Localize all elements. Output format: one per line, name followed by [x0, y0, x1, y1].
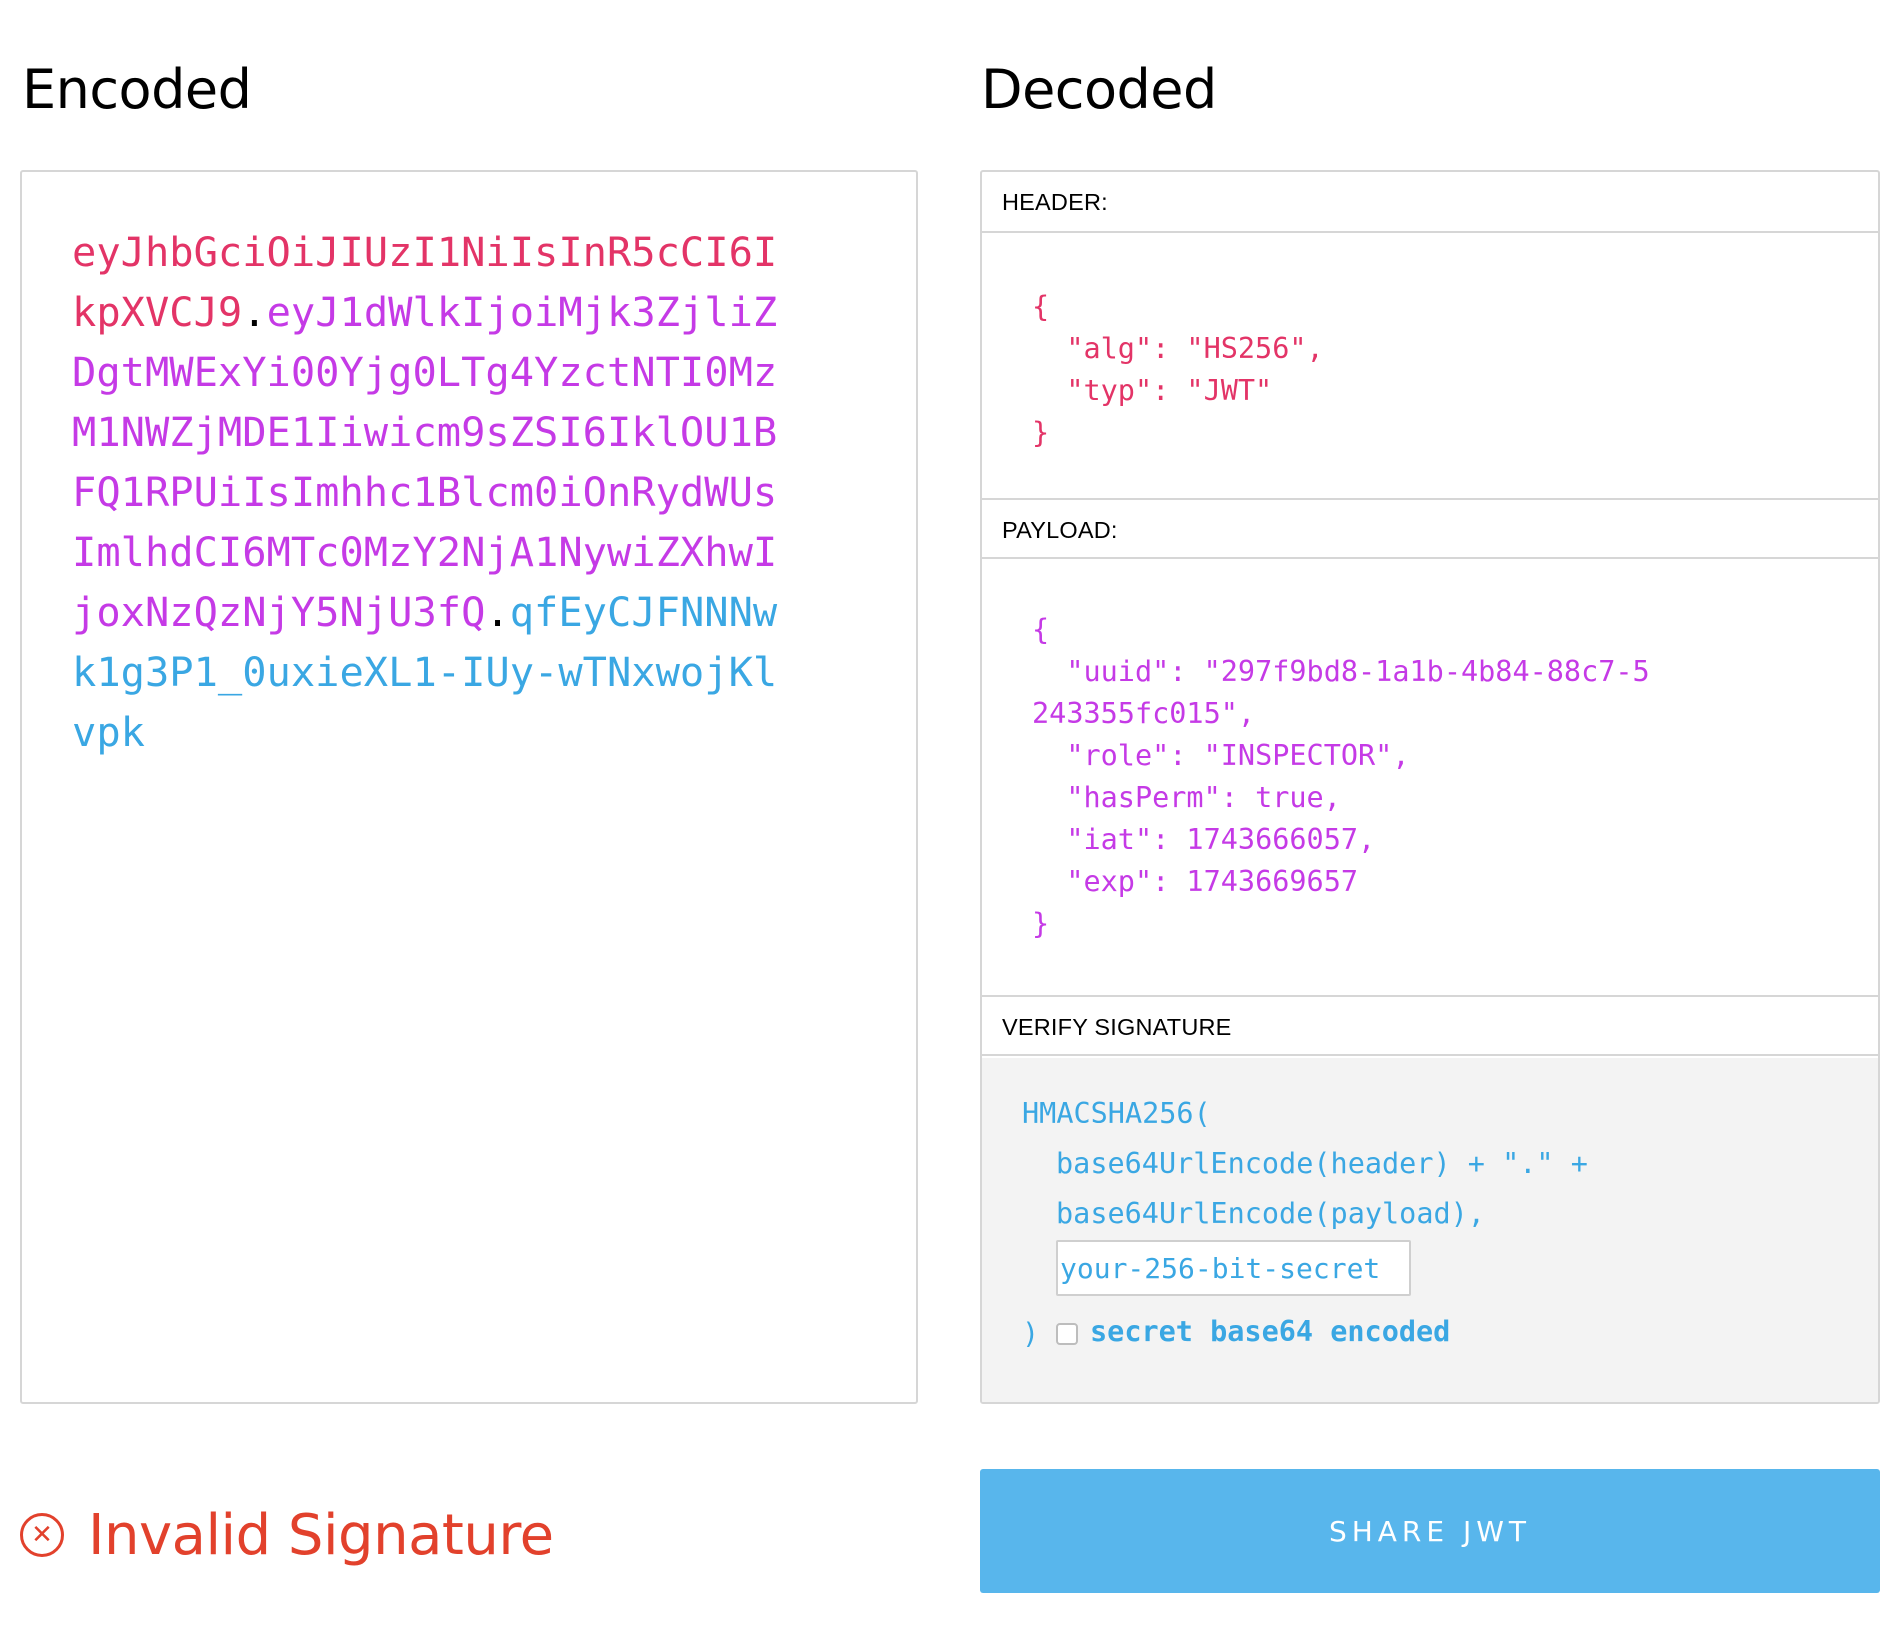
verify-header-expression: base64UrlEncode(header) + "." +: [1056, 1147, 1588, 1180]
token-separator: .: [242, 288, 267, 336]
verify-signature-section: HMACSHA256( base64UrlEncode(header) + ".…: [982, 1058, 1878, 1402]
encoded-token-editor[interactable]: eyJhbGciOiJIUzI1NiIsInR5cCI6IkpXVCJ9.eyJ…: [20, 170, 918, 1404]
token-separator: .: [485, 588, 510, 636]
decoded-title: Decoded: [981, 58, 1217, 121]
close-circle-icon: ✕: [20, 1513, 64, 1557]
secret-base64-checkbox[interactable]: [1056, 1323, 1078, 1345]
encoded-title: Encoded: [22, 58, 252, 121]
decoded-panel: HEADER: { "alg": "HS256", "typ": "JWT" }…: [980, 170, 1880, 1404]
verify-payload-expression: base64UrlEncode(payload),: [1056, 1197, 1485, 1230]
verify-close-paren: ): [1022, 1317, 1040, 1350]
header-json-editor[interactable]: { "alg": "HS256", "typ": "JWT" }: [1032, 286, 1324, 454]
payload-section-label: PAYLOAD:: [982, 498, 1878, 559]
secret-base64-label[interactable]: secret base64 encoded: [1090, 1312, 1450, 1352]
signature-status: ✕ Invalid Signature: [20, 1495, 554, 1575]
header-section-label: HEADER:: [982, 172, 1878, 233]
signature-status-text: Invalid Signature: [88, 1502, 554, 1568]
token-payload-part: eyJ1dWlkIjoiMjk3ZjliZDgtMWExYi00Yjg0LTg4…: [72, 288, 778, 636]
encoded-token-text[interactable]: eyJhbGciOiJIUzI1NiIsInR5cCI6IkpXVCJ9.eyJ…: [72, 222, 792, 762]
secret-input[interactable]: [1056, 1240, 1411, 1296]
verify-function-name: HMACSHA256(: [1022, 1097, 1211, 1130]
verify-signature-label: VERIFY SIGNATURE: [982, 995, 1878, 1056]
share-jwt-button[interactable]: SHARE JWT: [980, 1469, 1880, 1593]
payload-json-editor[interactable]: { "uuid": "297f9bd8-1a1b-4b84-88c7-52433…: [1032, 609, 1652, 945]
